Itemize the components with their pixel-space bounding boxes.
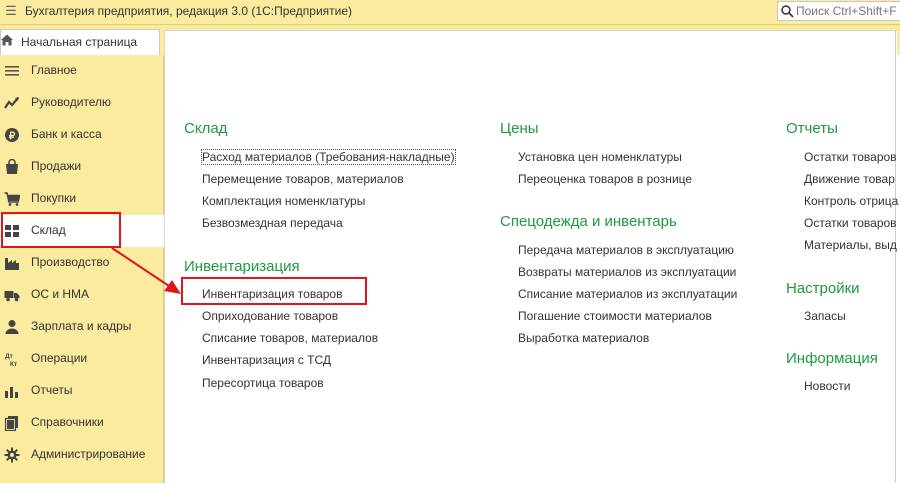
warehouse-grid-icon [5,225,19,237]
link-materials-writeoff[interactable]: Списание материалов из эксплуатации [518,287,737,301]
sidebar-item-operations[interactable]: Дт Кт Операции [0,343,163,375]
link-cost-repayment[interactable]: Погашение стоимости материалов [518,309,712,323]
tab-home-label: Начальная страница [21,35,138,49]
shopping-bag-icon [6,159,18,174]
sections-sidebar: Главное Руководителю ₽ Банк и касса Прод… [0,55,164,483]
sidebar-item-purchases[interactable]: Покупки [0,183,163,215]
group-title-prices: Цены [500,120,539,137]
app-title: Бухгалтерия предприятия, редакция 3.0 (1… [25,4,353,18]
link-assembly[interactable]: Комплектация номенклатуры [202,194,365,208]
link-materials-to-use[interactable]: Передача материалов в эксплуатацию [518,243,734,257]
debit-credit-icon: Дт Кт [5,353,17,367]
svg-text:Кт: Кт [10,361,17,367]
menu-lines-icon [5,66,19,76]
bar-chart-icon [5,387,18,398]
link-inventory-tsd[interactable]: Инвентаризация с ТСД [202,353,331,367]
books-icon [4,416,18,431]
home-icon [1,34,13,46]
sidebar-item-catalogs[interactable]: Справочники [0,407,163,439]
sidebar-item-label: Администрирование [31,447,146,461]
link-report-movement[interactable]: Движение товар [804,172,895,186]
section-panel [164,30,897,484]
sidebar-item-label: Склад [31,223,66,237]
link-news[interactable]: Новости [804,379,850,393]
sidebar-item-label: Отчеты [31,383,73,397]
link-material-consumption[interactable]: Расход материалов (Требования-накладные) [201,149,456,165]
sidebar-item-label: Производство [31,255,110,269]
sidebar-item-label: Операции [31,351,88,365]
sidebar-item-label: Покупки [31,191,77,205]
sidebar-item-warehouse[interactable]: Склад [0,215,164,247]
tab-home[interactable]: Начальная страница [0,29,160,55]
link-goods-posting[interactable]: Оприходование товаров [202,309,338,323]
link-report-stock-2[interactable]: Остатки товаров [804,216,897,230]
factory-icon [5,258,19,270]
gear-icon [4,447,20,463]
group-title-reports: Отчеты [786,120,838,137]
svg-text:Дт: Дт [5,353,13,360]
search-input[interactable] [796,3,900,19]
group-title-workwear: Спецодежда и инвентарь [500,213,677,230]
link-goods-transfer[interactable]: Перемещение товаров, материалов [202,172,404,186]
sidebar-item-label: Руководителю [31,95,112,109]
person-icon [5,320,19,334]
group-title-settings: Настройки [786,280,860,297]
link-goods-writeoff[interactable]: Списание товаров, материалов [202,331,378,345]
sidebar-item-label: Банк и касса [31,127,102,141]
link-set-prices[interactable]: Установка цен номенклатуры [518,150,682,164]
link-regrading[interactable]: Пересортица товаров [202,376,324,390]
cart-icon [4,192,20,206]
trend-chart-icon [4,97,19,109]
sidebar-item-label: Справочники [31,415,104,429]
sidebar-item-label: ОС и НМА [31,287,90,301]
link-report-negative-control[interactable]: Контроль отрица [804,194,898,208]
sidebar-item-salary[interactable]: Зарплата и кадры [0,311,163,343]
truck-icon [4,291,20,302]
group-title-inventory: Инвентаризация [184,258,300,275]
group-title-warehouse: Склад [184,120,228,137]
sidebar-item-bank[interactable]: ₽ Банк и касса [0,119,163,151]
sidebar-item-manager[interactable]: Руководителю [0,87,163,119]
link-materials-returns[interactable]: Возвраты материалов из эксплуатации [518,265,736,279]
link-retail-revaluation[interactable]: Переоценка товаров в рознице [518,172,692,186]
sidebar-item-sales[interactable]: Продажи [0,151,163,183]
sidebar-item-reports[interactable]: Отчеты [0,375,163,407]
sidebar-item-fixed-assets[interactable]: ОС и НМА [0,279,163,311]
link-goods-inventory[interactable]: Инвентаризация товаров [202,287,342,301]
sidebar-item-label: Зарплата и кадры [31,319,132,333]
main-menu-button[interactable]: ☰ [4,2,18,20]
sidebar-item-label: Главное [31,63,77,77]
link-materials-output[interactable]: Выработка материалов [518,331,649,345]
title-bar: ☰ Бухгалтерия предприятия, редакция 3.0 … [0,0,900,25]
group-title-information: Информация [786,350,878,367]
link-report-materials-issued[interactable]: Материалы, выд [804,238,897,252]
svg-text:₽: ₽ [9,131,16,142]
link-report-stock-1[interactable]: Остатки товаров [804,150,897,164]
link-stocks-settings[interactable]: Запасы [804,309,846,323]
search-icon[interactable] [781,5,794,18]
sidebar-item-production[interactable]: Производство [0,247,163,279]
coin-icon: ₽ [5,128,19,142]
search-box[interactable] [777,1,900,21]
sidebar-item-administration[interactable]: Администрирование [0,439,163,471]
link-free-transfer[interactable]: Безвозмездная передача [202,216,343,230]
right-border [895,30,896,483]
sidebar-item-main[interactable]: Главное [0,55,163,87]
sidebar-item-label: Продажи [31,159,82,173]
